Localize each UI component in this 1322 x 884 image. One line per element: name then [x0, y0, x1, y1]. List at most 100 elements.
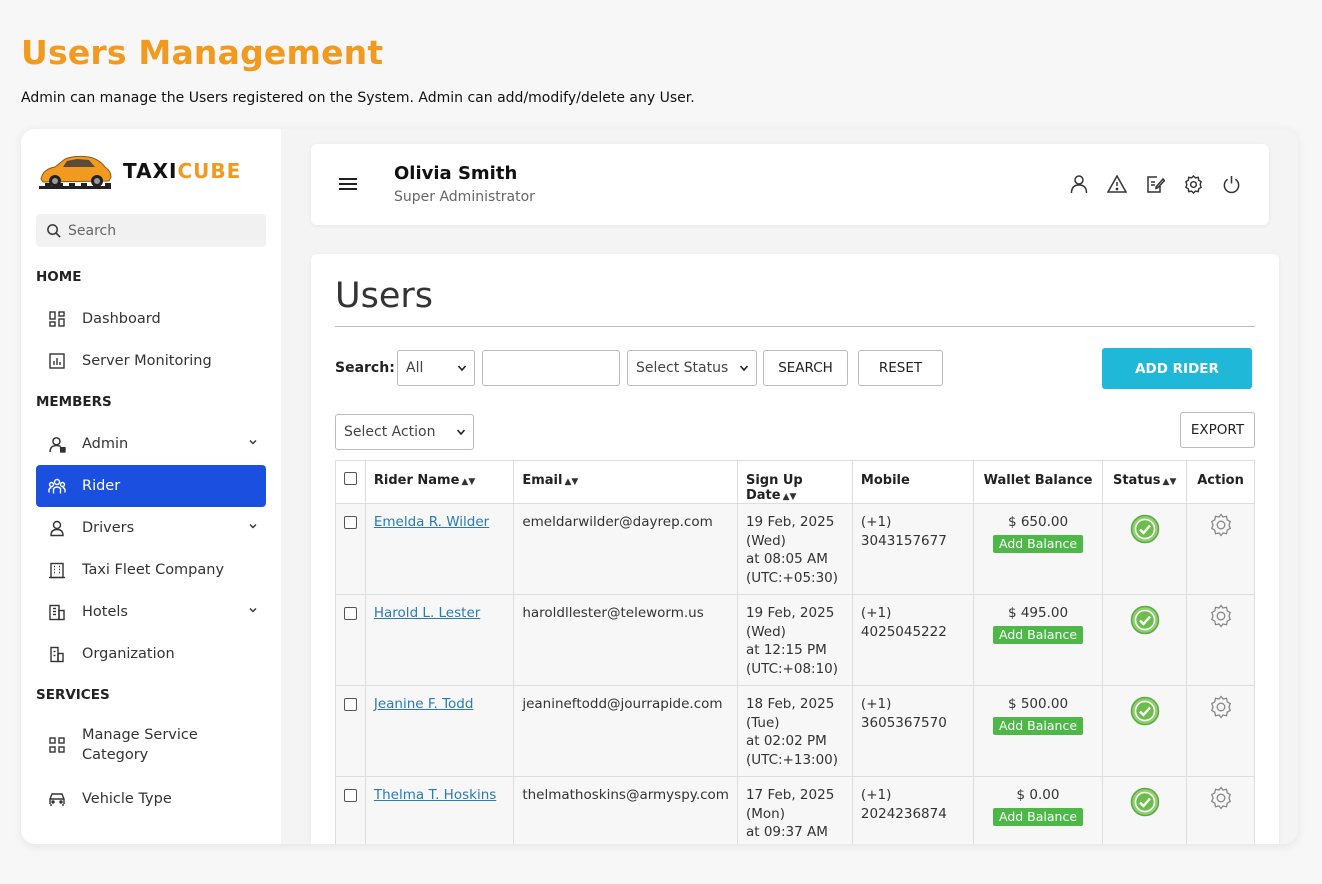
- search-label: Search:: [335, 360, 395, 376]
- sidebar-item-server-monitoring[interactable]: Server Monitoring: [36, 340, 266, 382]
- sidebar-item-hotels[interactable]: Hotels: [36, 591, 266, 633]
- gear-icon[interactable]: [1209, 786, 1233, 810]
- sort-icon: ▲▼: [461, 477, 476, 487]
- col-mobile: Mobile: [851, 460, 974, 504]
- sidebar-item-label: Drivers: [82, 520, 135, 536]
- col-email[interactable]: Email ▲▼: [513, 460, 738, 504]
- search-button[interactable]: SEARCH: [763, 350, 848, 386]
- sidebar-search-placeholder: Search: [68, 222, 117, 239]
- grid-icon: [47, 735, 67, 755]
- bulk-action-select[interactable]: Select Action: [335, 414, 474, 450]
- top-header: Olivia Smith Super Administrator: [311, 144, 1269, 225]
- sidebar-item-taxi-fleet-company[interactable]: Taxi Fleet Company: [36, 549, 266, 591]
- active-check-icon[interactable]: [1130, 787, 1160, 817]
- reset-button[interactable]: RESET: [858, 350, 943, 386]
- row-select-cell: [335, 594, 366, 686]
- driver-icon: [47, 518, 67, 538]
- sidebar-item-label: Server Monitoring: [82, 353, 212, 369]
- rider-name-cell: Harold L. Lester: [364, 594, 515, 686]
- signup-time: at 02:02 PM: [745, 733, 827, 749]
- active-check-icon[interactable]: [1130, 605, 1160, 635]
- add-balance-button[interactable]: Add Balance: [993, 716, 1084, 735]
- row-checkbox[interactable]: [343, 698, 357, 711]
- sidebar-item-vehicle-type[interactable]: Vehicle Type: [36, 778, 266, 820]
- mobile-cell: (+1) 4025045222: [851, 594, 974, 686]
- edit-note-icon[interactable]: [1145, 174, 1165, 194]
- row-checkbox[interactable]: [343, 607, 357, 620]
- signup-date-cell: 19 Feb, 2025 (Wed) at 08:05 AM (UTC:+05:…: [736, 503, 853, 595]
- mobile-line-2: 3605367570: [860, 714, 947, 731]
- menu-toggle-icon[interactable]: [338, 177, 358, 191]
- power-icon[interactable]: [1221, 174, 1241, 194]
- rider-name-link[interactable]: Jeanine F. Todd: [374, 696, 474, 712]
- signup-date-cell: 17 Feb, 2025 (Mon) at 09:37 AM (UTC:+09:…: [736, 776, 853, 844]
- add-balance-button[interactable]: Add Balance: [993, 807, 1084, 826]
- status-select[interactable]: Select Status: [627, 350, 757, 386]
- section-home: HOME: [36, 269, 82, 285]
- sidebar-item-dashboard[interactable]: Dashboard: [36, 298, 266, 340]
- sidebar-item-admin[interactable]: Admin: [36, 423, 266, 465]
- sidebar-item-organization[interactable]: Organization: [36, 633, 266, 675]
- table-row: Jeanine F. Todd jeanineftodd@jourrapide.…: [335, 685, 1255, 777]
- mobile-cell: (+1) 3043157677: [851, 503, 974, 595]
- action-cell: [1186, 776, 1255, 844]
- gear-icon[interactable]: [1209, 695, 1233, 719]
- gear-icon[interactable]: [1209, 604, 1233, 628]
- sidebar-item-label: Vehicle Type: [82, 791, 172, 807]
- rider-name-link[interactable]: Emelda R. Wilder: [374, 514, 489, 530]
- logo[interactable]: TAXICUBE: [37, 149, 241, 193]
- users-panel: Users Search: All Select Status SEARCH R…: [311, 254, 1279, 844]
- mobile-line-1: (+1): [860, 605, 892, 621]
- signup-day: (Wed): [745, 532, 786, 549]
- add-balance-button[interactable]: Add Balance: [993, 534, 1084, 553]
- row-checkbox[interactable]: [343, 789, 357, 802]
- signup-time: at 12:15 PM: [745, 642, 827, 658]
- sidebar-item-drivers[interactable]: Drivers: [36, 507, 266, 549]
- signup-date: 19 Feb, 2025: [745, 514, 835, 530]
- sidebar: TAXICUBE Search HOME Dashboard Server Mo…: [21, 129, 281, 844]
- search-field-select[interactable]: All: [397, 350, 475, 386]
- export-button[interactable]: EXPORT: [1180, 412, 1255, 448]
- bulk-action-value: Select Action: [344, 424, 436, 440]
- signup-time: at 09:37 AM: [745, 824, 828, 840]
- title-divider: [335, 326, 1255, 327]
- chevron-down-icon: [457, 365, 467, 372]
- row-checkbox[interactable]: [343, 516, 357, 529]
- search-icon: [47, 224, 61, 238]
- mobile-line-1: (+1): [860, 696, 892, 712]
- signup-timezone: (UTC:+13:00): [745, 751, 839, 768]
- wallet-balance: $ 0.00: [1016, 787, 1060, 803]
- sidebar-item-rider[interactable]: Rider: [36, 465, 266, 507]
- active-check-icon[interactable]: [1130, 696, 1160, 726]
- signup-date: 17 Feb, 2025: [745, 787, 835, 803]
- warning-icon[interactable]: [1107, 174, 1127, 194]
- section-members: MEMBERS: [36, 394, 112, 410]
- profile-icon[interactable]: [1069, 174, 1089, 194]
- sidebar-search-input[interactable]: Search: [36, 214, 266, 247]
- rider-name-link[interactable]: Thelma T. Hoskins: [374, 787, 496, 803]
- wallet-balance-cell: $ 495.00 Add Balance: [972, 594, 1104, 686]
- gear-icon[interactable]: [1183, 174, 1203, 194]
- sidebar-item-manage-service-category[interactable]: Manage Service Category: [36, 719, 266, 769]
- action-cell: [1186, 685, 1255, 777]
- col-status[interactable]: Status ▲▼: [1102, 460, 1188, 504]
- search-field-value: All: [406, 360, 424, 376]
- signup-timezone: (UTC:+08:10): [745, 660, 839, 677]
- col-signup-date[interactable]: Sign Up Date ▲▼: [736, 460, 853, 504]
- gear-icon[interactable]: [1209, 513, 1233, 537]
- row-select-cell: [335, 685, 366, 777]
- table-row: Emelda R. Wilder emeldarwilder@dayrep.co…: [335, 503, 1255, 595]
- status-cell: [1102, 503, 1188, 595]
- sidebar-item-label: Taxi Fleet Company: [82, 562, 225, 578]
- search-input[interactable]: [482, 350, 620, 386]
- col-rider-name[interactable]: Rider Name ▲▼: [364, 460, 515, 504]
- signup-timezone: (UTC:+05:30): [745, 569, 839, 586]
- rider-name-link[interactable]: Harold L. Lester: [374, 605, 480, 621]
- add-balance-button[interactable]: Add Balance: [993, 625, 1084, 644]
- select-all-checkbox[interactable]: [343, 472, 357, 485]
- add-rider-button[interactable]: ADD RIDER: [1102, 348, 1252, 389]
- sidebar-item-label: Organization: [82, 646, 175, 662]
- users-icon: [47, 476, 67, 496]
- mobile-cell: (+1) 3605367570: [851, 685, 974, 777]
- active-check-icon[interactable]: [1130, 514, 1160, 544]
